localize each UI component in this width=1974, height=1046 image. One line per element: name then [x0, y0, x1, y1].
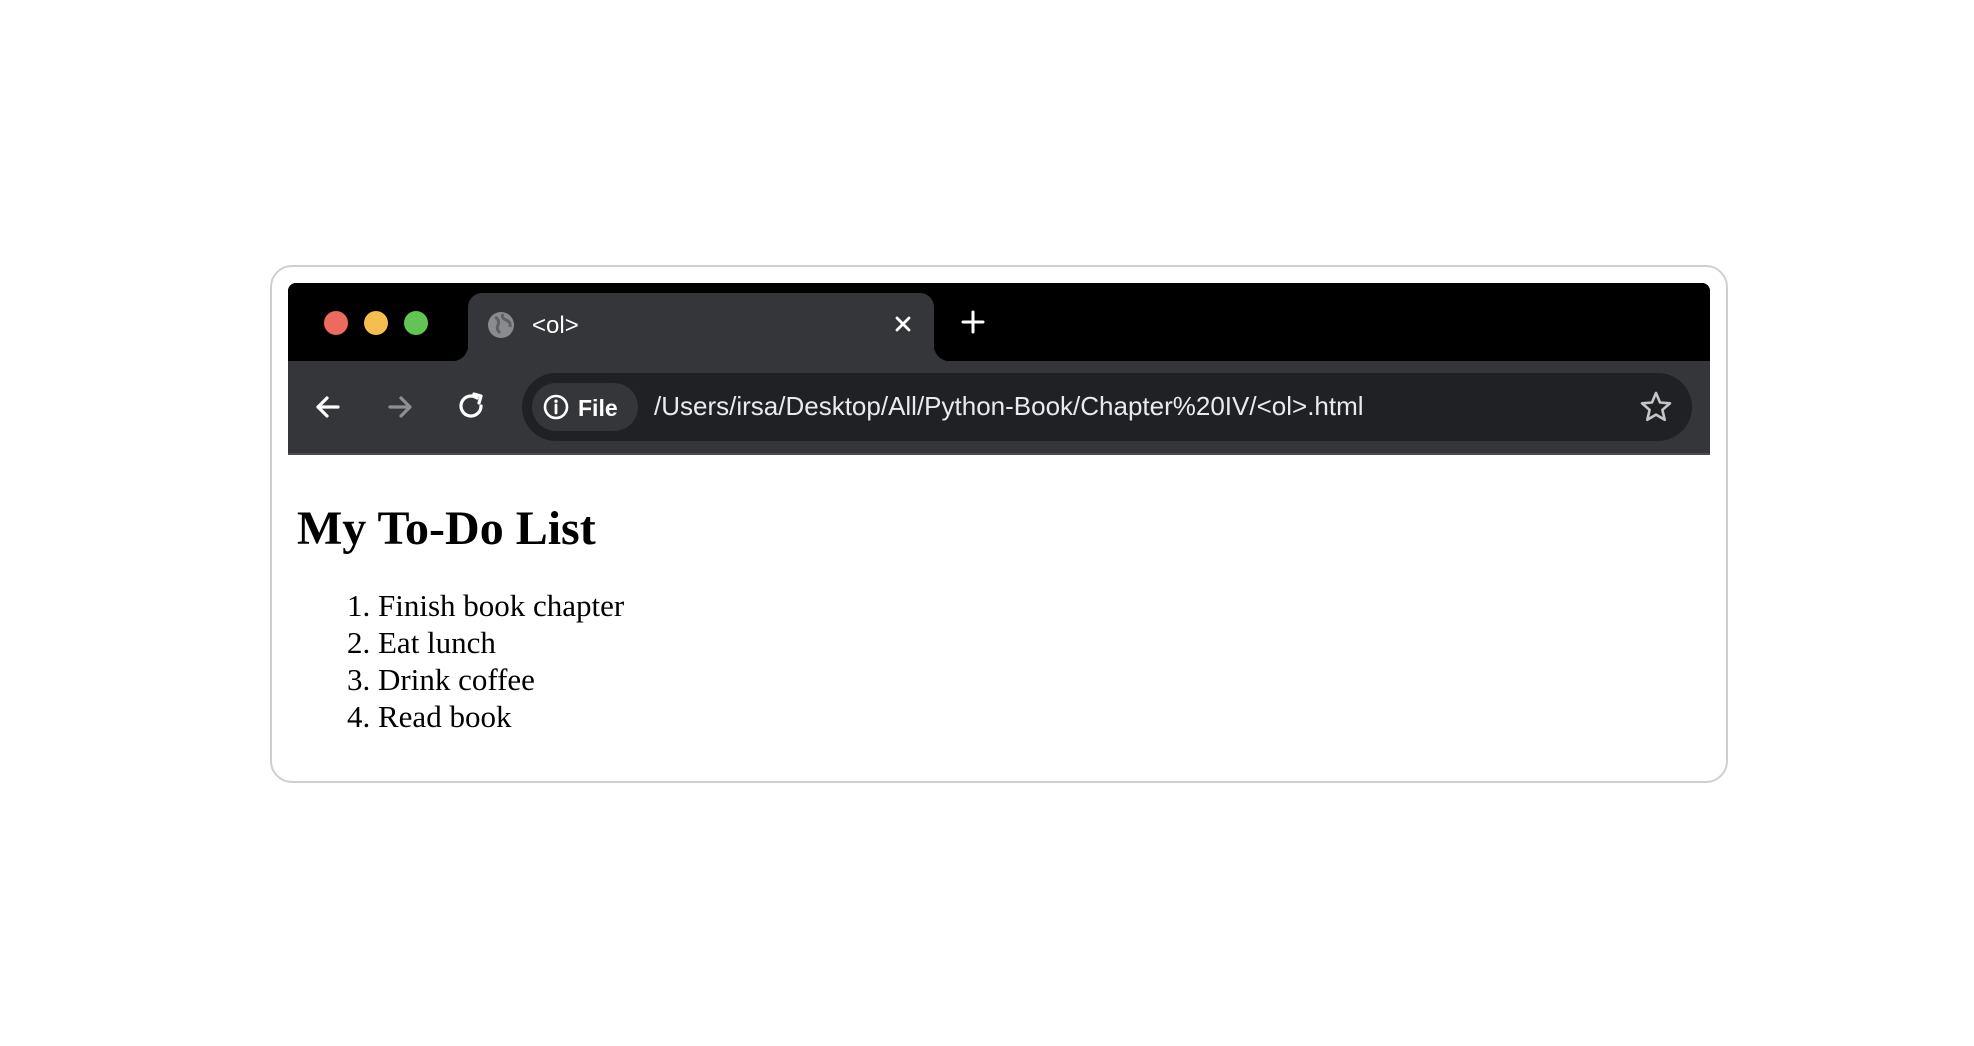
list-item: Drink coffee	[378, 661, 624, 698]
tab-strip: <ol>	[288, 283, 1710, 361]
address-bar[interactable]: File /Users/irsa/Desktop/All/Python-Book…	[522, 373, 1692, 441]
bookmark-star-icon[interactable]	[1638, 389, 1674, 425]
screenshot-frame: <ol> File /Users/irsa/Desktop/All/Python…	[270, 265, 1728, 783]
back-arrow-icon[interactable]	[306, 385, 350, 429]
page-title: My To-Do List	[297, 502, 596, 555]
globe-icon	[488, 312, 514, 338]
minimize-window-button[interactable]	[364, 311, 388, 335]
close-window-button[interactable]	[324, 311, 348, 335]
toolbar: File /Users/irsa/Desktop/All/Python-Book…	[288, 361, 1710, 455]
browser-window: <ol> File /Users/irsa/Desktop/All/Python…	[288, 283, 1710, 455]
list-item: Finish book chapter	[378, 587, 624, 624]
list-item: Eat lunch	[378, 624, 624, 661]
url-text[interactable]: /Users/irsa/Desktop/All/Python-Book/Chap…	[654, 391, 1364, 422]
info-icon	[543, 394, 569, 420]
tab-active[interactable]: <ol>	[452, 293, 950, 361]
reload-icon[interactable]	[450, 385, 494, 429]
todo-list: Finish book chapter Eat lunch Drink coff…	[288, 587, 624, 735]
file-scheme-label: File	[578, 395, 618, 421]
list-item: Read book	[378, 698, 624, 735]
new-tab-icon[interactable]	[956, 305, 990, 339]
toolbar-divider	[288, 453, 1710, 455]
maximize-window-button[interactable]	[404, 311, 428, 335]
site-info-chip[interactable]: File	[532, 383, 638, 431]
forward-arrow-icon[interactable]	[378, 385, 422, 429]
close-tab-icon[interactable]	[888, 309, 918, 339]
tab-title: <ol>	[532, 312, 579, 339]
